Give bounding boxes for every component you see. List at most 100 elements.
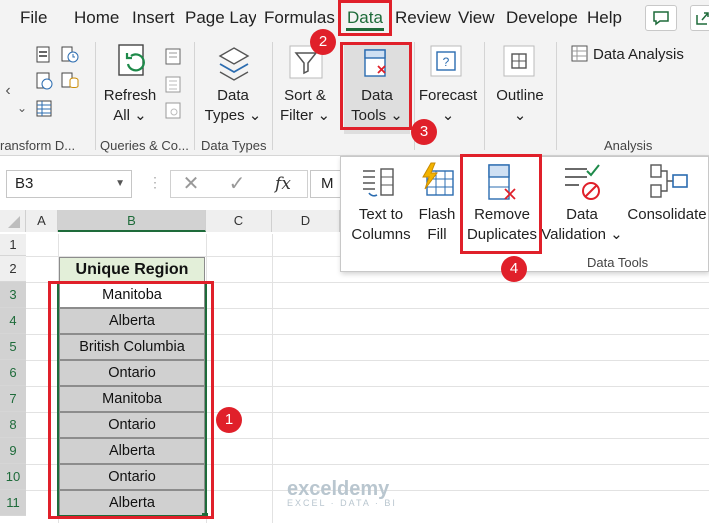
watermark: exceldemy EXCEL · DATA · BI	[287, 478, 397, 508]
row-header-9[interactable]: 9	[0, 438, 26, 464]
table-header-cell[interactable]: Unique Region	[59, 257, 205, 282]
row-header-11[interactable]: 11	[0, 490, 26, 516]
data-validation-label-2: Validation ⌄	[541, 226, 623, 243]
highlight-data-tab	[338, 0, 392, 36]
refresh-label-2: All ⌄	[113, 107, 147, 124]
recent-sources-icon[interactable]	[60, 46, 80, 64]
group-label-data-types: Data Types	[201, 138, 267, 153]
row-header-2[interactable]: 2	[0, 256, 26, 282]
data-types-icon[interactable]	[212, 44, 256, 86]
tab-developer[interactable]: Develope	[506, 0, 580, 36]
text-to-columns-button[interactable]: Text to Columns	[347, 205, 415, 245]
flash-fill-label-1: Flash	[418, 206, 456, 223]
column-header-c[interactable]: C	[206, 210, 272, 232]
tab-file[interactable]: File	[20, 0, 47, 36]
text-to-columns-icon	[363, 168, 394, 197]
text-to-columns-label-1: Text to	[358, 206, 404, 223]
name-box-value: B3	[15, 175, 34, 192]
column-header-d[interactable]: D	[272, 210, 340, 232]
enter-icon[interactable]: ✓	[222, 170, 252, 198]
share-icon	[696, 12, 709, 25]
row-header-10[interactable]: 10	[0, 464, 26, 490]
data-validation-icon	[565, 164, 600, 200]
from-web-icon[interactable]	[34, 72, 54, 90]
comment-icon	[653, 11, 669, 26]
highlight-data-tools	[340, 42, 412, 130]
highlight-data-range	[48, 281, 214, 519]
outline-label: Outline	[496, 87, 544, 104]
row-header-5[interactable]: 5	[0, 334, 26, 360]
step-badge-3: 3	[411, 119, 437, 145]
get-data-text-icon[interactable]	[34, 46, 54, 64]
step-badge-2: 2	[310, 29, 336, 55]
row-header-8[interactable]: 8	[0, 412, 26, 438]
cancel-icon[interactable]: ✕	[176, 170, 206, 198]
sort-filter-button[interactable]: Sort & Filter ⌄	[276, 86, 334, 126]
svg-text:?: ?	[443, 55, 450, 69]
outline-button[interactable]: Outline ⌄	[488, 86, 552, 126]
existing-connections-icon[interactable]	[60, 72, 80, 90]
insert-function-icon[interactable]: fx	[268, 170, 298, 198]
name-box[interactable]: B3 ▼	[6, 170, 132, 198]
group-separator	[484, 42, 485, 150]
consolidate-icon	[650, 164, 688, 198]
column-header-b[interactable]: B	[58, 210, 206, 232]
data-validation-button[interactable]: Data Validation ⌄	[537, 205, 627, 245]
row-header-1[interactable]: 1	[0, 234, 26, 256]
group-separator	[194, 42, 195, 150]
gridline	[272, 234, 273, 523]
row-header-3[interactable]: 3	[0, 282, 26, 308]
chevron-down-icon[interactable]: ⌄	[16, 98, 28, 118]
column-header-a[interactable]: A	[26, 210, 58, 232]
forecast-label: Forecast	[418, 87, 478, 104]
comments-button[interactable]	[645, 5, 677, 31]
group-label-queries: Queries & Co...	[100, 138, 189, 153]
select-all-button[interactable]	[0, 210, 26, 232]
data-validation-label-1: Data	[566, 206, 598, 223]
outline-icon[interactable]	[502, 44, 538, 82]
ribbon-scroll-left[interactable]: ‹	[2, 81, 14, 101]
group-separator	[556, 42, 557, 150]
drag-handle-icon[interactable]: ⋮	[148, 174, 162, 191]
refresh-label-1: Refresh	[103, 87, 157, 104]
group-separator	[95, 42, 96, 150]
highlight-remove-duplicates	[460, 154, 542, 254]
step-badge-1: 1	[216, 407, 242, 433]
outline-chevron: ⌄	[513, 107, 527, 124]
group-label-data-tools: Data Tools	[587, 255, 649, 270]
row-header-6[interactable]: 6	[0, 360, 26, 386]
text-to-columns-label-2: Columns	[351, 226, 411, 243]
group-separator	[272, 42, 273, 150]
tab-home[interactable]: Home	[74, 0, 119, 36]
tab-review[interactable]: Review	[395, 0, 451, 36]
tab-view[interactable]: View	[458, 0, 495, 36]
flash-fill-button[interactable]: Flash Fill	[413, 205, 461, 245]
consolidate-button[interactable]: Consolidate	[625, 205, 709, 225]
tab-help[interactable]: Help	[587, 0, 622, 36]
data-types-label-2: Types ⌄	[204, 107, 262, 124]
forecast-icon[interactable]: ?	[429, 44, 465, 82]
flash-fill-icon	[422, 162, 454, 196]
row-header-7[interactable]: 7	[0, 386, 26, 412]
data-analysis-button[interactable]: Data Analysis	[593, 45, 684, 65]
refresh-all-button[interactable]: Refresh All ⌄	[100, 86, 160, 126]
watermark-tagline: EXCEL · DATA · BI	[287, 498, 397, 508]
queries-connections-icon[interactable]	[164, 48, 184, 66]
group-label-analysis: Analysis	[604, 138, 653, 153]
properties-icon[interactable]	[164, 76, 184, 94]
select-all-triangle-icon	[8, 216, 20, 228]
row-header-4[interactable]: 4	[0, 308, 26, 334]
from-table-icon[interactable]	[34, 100, 54, 118]
tab-page-layout[interactable]: Page Layo	[185, 0, 256, 36]
chevron-down-icon[interactable]: ▼	[115, 171, 125, 197]
group-label-get-transform: ransform D...	[0, 138, 76, 153]
refresh-all-icon[interactable]	[114, 42, 154, 84]
edit-links-icon[interactable]	[164, 102, 184, 120]
data-analysis-icon[interactable]	[570, 45, 590, 63]
tab-insert[interactable]: Insert	[132, 0, 175, 36]
data-types-button[interactable]: Data Types ⌄	[200, 86, 266, 126]
flash-fill-label-2: Fill	[427, 226, 447, 243]
share-button[interactable]	[690, 5, 709, 31]
step-badge-4: 4	[501, 256, 527, 282]
data-types-label-1: Data	[217, 87, 249, 104]
